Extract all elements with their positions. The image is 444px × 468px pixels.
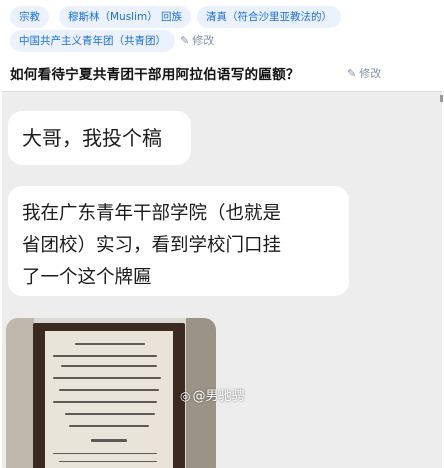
edit-question-label: 修改 [359, 67, 382, 80]
watermark-text: @男驰骋 [192, 389, 245, 404]
edit-question-link[interactable]: ✎ 修改 [347, 65, 381, 81]
weibo-icon: ◎ [180, 389, 191, 403]
topic-tag-hui[interactable]: 回族 [152, 6, 191, 28]
chat-bubble: 我在广东青年干部学院（也就是 省团校）实习，看到学校门口挂 了一个这个牌匾 [8, 186, 349, 296]
plaque-frame [33, 323, 185, 468]
scroll-marker [440, 95, 443, 102]
edit-topics-link[interactable]: ✎ 修改 [180, 30, 214, 52]
plaque-script-line [59, 389, 159, 391]
plaque-script-line [61, 365, 157, 367]
plaque-script-line [53, 401, 157, 403]
plaque-script-line [53, 355, 157, 357]
plaque-script-line [53, 453, 157, 454]
topic-tag-cyl[interactable]: 中国共产主义青年团（共青团） [10, 30, 175, 52]
chat-message-text: 大哥，我投个稿 [22, 126, 162, 150]
topic-tag-muslim[interactable]: 穆斯林（Muslim） [59, 6, 167, 28]
plaque-script-line [69, 425, 149, 427]
plaque-script-line [59, 461, 157, 462]
chat-message-line: 我在广东青年干部学院（也就是 [22, 203, 282, 224]
weibo-watermark: ◎ @男驰骋 [180, 385, 245, 404]
plaque-script-line [75, 343, 145, 345]
chat-screenshot-image: 大哥，我投个稿 我在广东青年干部学院（也就是 省团校）实习，看到学校门口挂 了一… [2, 91, 442, 468]
topic-tag-halal[interactable]: 清真（符合沙里亚教法的） [197, 6, 341, 28]
plaque-board [45, 331, 173, 468]
photo-pillar [6, 318, 34, 468]
topic-tag-religion[interactable]: 宗教 [10, 6, 49, 28]
plaque-script-line [53, 377, 161, 379]
chat-message-line: 省团校）实习，看到学校门口挂 [22, 235, 282, 256]
question-header: 如何看待宁夏共青团干部用阿拉伯语写的匾额？ ✎ 修改 [10, 62, 440, 86]
pencil-icon: ✎ [180, 34, 190, 47]
plaque-signature [91, 439, 127, 442]
edit-topics-label: 修改 [192, 34, 215, 47]
chat-bubble: 大哥，我投个稿 [8, 111, 191, 165]
pencil-icon: ✎ [347, 67, 357, 80]
question-title: 如何看待宁夏共青团干部用阿拉伯语写的匾额？ [10, 67, 300, 83]
chat-message-line: 了一个这个牌匾 [22, 267, 152, 288]
plaque-script-line [65, 413, 155, 415]
